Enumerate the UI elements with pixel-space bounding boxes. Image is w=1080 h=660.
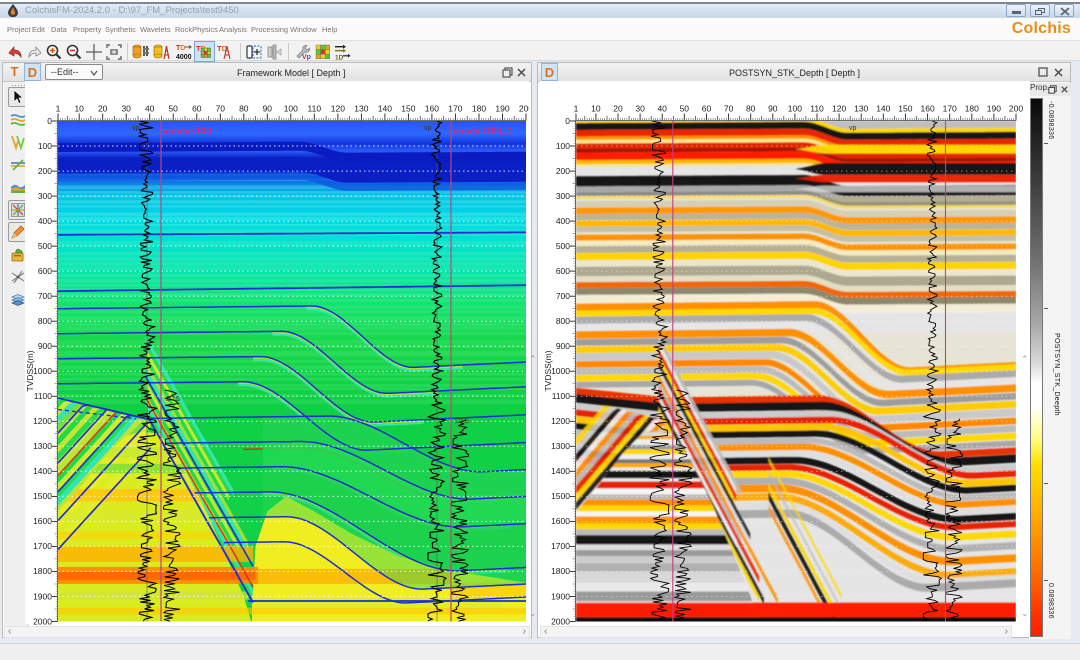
svg-text:190: 190 bbox=[495, 104, 509, 114]
svg-text:1200: 1200 bbox=[33, 416, 52, 426]
svg-text:300: 300 bbox=[556, 191, 570, 201]
svg-text:2000: 2000 bbox=[33, 616, 52, 626]
svg-text:1900: 1900 bbox=[33, 591, 52, 601]
svg-text:90: 90 bbox=[263, 104, 273, 114]
svg-text:10: 10 bbox=[74, 104, 84, 114]
svg-text:180: 180 bbox=[965, 104, 979, 114]
svg-text:170: 170 bbox=[943, 104, 957, 114]
svg-text:160: 160 bbox=[921, 104, 935, 114]
svg-text:80: 80 bbox=[239, 104, 249, 114]
svg-text:180: 180 bbox=[472, 104, 486, 114]
svg-text:40: 40 bbox=[145, 104, 155, 114]
svg-text:70: 70 bbox=[216, 104, 226, 114]
svg-text:1000: 1000 bbox=[551, 366, 570, 376]
svg-text:160: 160 bbox=[425, 104, 439, 114]
svg-text:600: 600 bbox=[556, 266, 570, 276]
svg-text:50: 50 bbox=[680, 104, 690, 114]
svg-text:60: 60 bbox=[192, 104, 202, 114]
svg-text:TVDSS(m): TVDSS(m) bbox=[25, 350, 35, 391]
svg-text:130: 130 bbox=[354, 104, 368, 114]
svg-text:110: 110 bbox=[308, 104, 322, 114]
svg-text:2000: 2000 bbox=[551, 616, 570, 626]
svg-text:1600: 1600 bbox=[551, 516, 570, 526]
svg-text:30: 30 bbox=[635, 104, 645, 114]
svg-text:700: 700 bbox=[38, 291, 52, 301]
svg-text:DTS: DTS bbox=[455, 418, 469, 425]
svg-text:130: 130 bbox=[854, 104, 868, 114]
svg-text:1100: 1100 bbox=[552, 391, 571, 401]
svg-text:900: 900 bbox=[556, 341, 570, 351]
svg-text:110: 110 bbox=[810, 104, 824, 114]
svg-text:150: 150 bbox=[401, 104, 415, 114]
svg-text:1400: 1400 bbox=[33, 466, 52, 476]
svg-text:100: 100 bbox=[556, 141, 570, 151]
svg-text:DTS: DTS bbox=[166, 396, 180, 403]
svg-text:1000: 1000 bbox=[33, 366, 52, 376]
svg-text:1700: 1700 bbox=[551, 541, 570, 551]
svg-text:vp: vp bbox=[849, 125, 857, 132]
svg-text:vp: vp bbox=[424, 125, 432, 132]
svg-text:120: 120 bbox=[331, 104, 345, 114]
svg-text:400: 400 bbox=[38, 216, 52, 226]
svg-text:vp: vp bbox=[132, 125, 140, 132]
svg-text:1400: 1400 bbox=[551, 466, 570, 476]
svg-text:170: 170 bbox=[448, 104, 462, 114]
svg-text:1500: 1500 bbox=[33, 491, 52, 501]
svg-text:200: 200 bbox=[556, 166, 570, 176]
svg-text:TVDSS(m): TVDSS(m) bbox=[543, 350, 553, 391]
svg-text:200: 200 bbox=[38, 166, 52, 176]
svg-text:1300: 1300 bbox=[33, 441, 52, 451]
svg-text:190: 190 bbox=[987, 104, 1001, 114]
svg-text:0: 0 bbox=[47, 116, 52, 126]
svg-text:1300: 1300 bbox=[551, 441, 570, 451]
svg-text:140: 140 bbox=[378, 104, 392, 114]
svg-text:1200: 1200 bbox=[551, 416, 570, 426]
svg-text:1600: 1600 bbox=[33, 516, 52, 526]
svg-text:20: 20 bbox=[613, 104, 623, 114]
svg-text:500: 500 bbox=[556, 241, 570, 251]
svg-text:100: 100 bbox=[38, 141, 52, 151]
svg-text:100: 100 bbox=[284, 104, 298, 114]
svg-text:TD: TD bbox=[176, 45, 185, 52]
svg-text:Vp: Vp bbox=[302, 54, 311, 61]
svg-text:40: 40 bbox=[657, 104, 667, 114]
svg-text:600: 600 bbox=[38, 266, 52, 276]
svg-text:200: 200 bbox=[1009, 104, 1023, 114]
svg-text:300: 300 bbox=[38, 191, 52, 201]
svg-text:800: 800 bbox=[556, 316, 570, 326]
svg-text:150: 150 bbox=[898, 104, 912, 114]
svg-text:colchis100_1: colchis100_1 bbox=[453, 126, 513, 137]
svg-text:50: 50 bbox=[168, 104, 178, 114]
svg-text:1500: 1500 bbox=[551, 491, 570, 501]
svg-text:400: 400 bbox=[556, 216, 570, 226]
svg-text:80: 80 bbox=[746, 104, 756, 114]
svg-text:900: 900 bbox=[38, 341, 52, 351]
svg-text:1100: 1100 bbox=[34, 391, 53, 401]
svg-text:120: 120 bbox=[832, 104, 846, 114]
svg-text:70: 70 bbox=[724, 104, 734, 114]
svg-text:1700: 1700 bbox=[33, 541, 52, 551]
svg-text:800: 800 bbox=[38, 316, 52, 326]
svg-text:60: 60 bbox=[702, 104, 712, 114]
svg-text:1800: 1800 bbox=[551, 566, 570, 576]
svg-text:30: 30 bbox=[121, 104, 131, 114]
svg-text:90: 90 bbox=[768, 104, 778, 114]
svg-text:1800: 1800 bbox=[33, 566, 52, 576]
svg-text:10: 10 bbox=[591, 104, 601, 114]
svg-text:700: 700 bbox=[556, 291, 570, 301]
svg-text:20: 20 bbox=[98, 104, 108, 114]
svg-text:1900: 1900 bbox=[551, 591, 570, 601]
svg-text:4000: 4000 bbox=[176, 54, 192, 61]
svg-text:1: 1 bbox=[574, 104, 579, 114]
svg-text:1: 1 bbox=[56, 104, 61, 114]
svg-text:100: 100 bbox=[788, 104, 802, 114]
svg-text:0: 0 bbox=[565, 116, 570, 126]
svg-text:140: 140 bbox=[876, 104, 890, 114]
svg-text:500: 500 bbox=[38, 241, 52, 251]
svg-text:1D: 1D bbox=[335, 55, 344, 62]
svg-text:colchis100: colchis100 bbox=[163, 126, 212, 137]
svg-text:200: 200 bbox=[519, 104, 529, 114]
